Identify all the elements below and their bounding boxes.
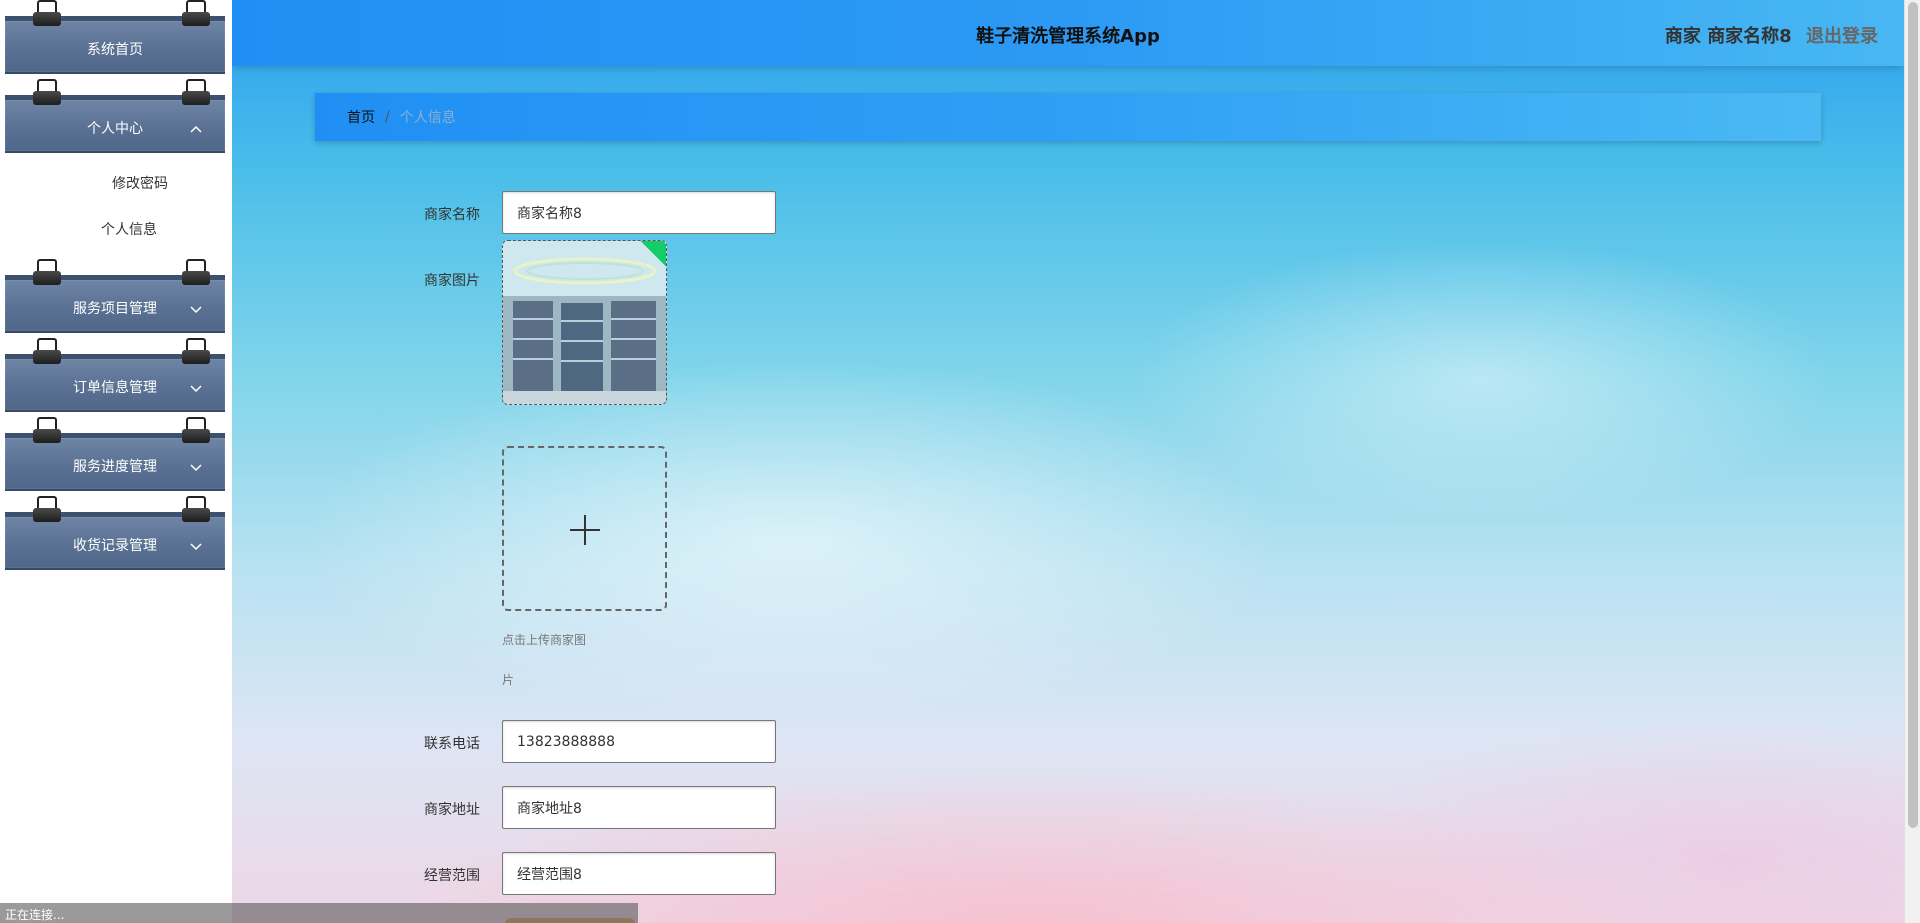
sidebar: 系统首页 个人中心 修改密码 个人信息 服务项目管理 订单信息管理 服务进度管理… (0, 0, 232, 923)
status-text: 正在连接... (5, 908, 65, 922)
store-shelves-image (503, 241, 666, 404)
sidebar-item-label: 服务进度管理 (73, 458, 157, 475)
chevron-down-icon (190, 543, 202, 551)
chevron-down-icon (190, 464, 202, 472)
clip-icon (33, 0, 61, 30)
user-info: 商家 商家名称8 退出登录 (1665, 22, 1878, 48)
submenu-item-personal-info[interactable]: 个人信息 (101, 219, 157, 239)
business-scope-input[interactable] (502, 852, 776, 895)
clip-icon (182, 496, 210, 526)
merchant-image-label: 商家图片 (424, 273, 480, 289)
app-title: 鞋子清洗管理系统App (976, 26, 1160, 47)
clip-icon (182, 338, 210, 368)
clip-icon (182, 259, 210, 289)
user-role: 商家 (1664, 26, 1701, 47)
breadcrumb-current: 个人信息 (399, 110, 456, 126)
breadcrumb-separator: / (385, 109, 390, 125)
breadcrumb: 首页 / 个人信息 (315, 93, 1821, 141)
phone-label: 联系电话 (424, 736, 480, 752)
merchant-name-input[interactable] (502, 191, 776, 234)
address-label: 商家地址 (424, 802, 480, 818)
submenu-item-change-password[interactable]: 修改密码 (112, 173, 168, 193)
upload-tip-line1: 点击上传商家图 (502, 633, 587, 647)
chevron-down-icon (190, 385, 202, 393)
clip-icon (182, 0, 210, 30)
address-input[interactable] (502, 786, 776, 829)
chevron-up-icon (190, 125, 202, 133)
sidebar-item-label: 订单信息管理 (73, 379, 157, 396)
top-navbar: 鞋子清洗管理系统App 商家 商家名称8 退出登录 (232, 0, 1904, 66)
merchant-image-preview[interactable] (502, 240, 667, 405)
browser-status-bar: 正在连接... (0, 903, 638, 923)
main-content: 鞋子清洗管理系统App 商家 商家名称8 退出登录 首页 / 个人信息 商家名称… (232, 0, 1904, 923)
chevron-down-icon (190, 306, 202, 314)
clip-icon (33, 496, 61, 526)
clip-icon (182, 417, 210, 447)
sidebar-item-label: 服务项目管理 (73, 300, 157, 317)
clip-icon (33, 259, 61, 289)
clip-icon (33, 79, 61, 109)
sidebar-item-label: 个人中心 (87, 120, 143, 137)
user-name: 商家名称8 (1707, 26, 1792, 47)
business-scope-label: 经营范围 (424, 868, 480, 884)
phone-input[interactable] (502, 720, 776, 763)
page-scrollbar[interactable] (1904, 0, 1920, 923)
logout-button[interactable]: 退出登录 (1806, 26, 1878, 47)
sidebar-item-label: 收货记录管理 (73, 537, 157, 554)
image-upload-button[interactable] (502, 446, 667, 611)
breadcrumb-home-link[interactable]: 首页 (347, 107, 375, 127)
clip-icon (182, 79, 210, 109)
clip-icon (33, 417, 61, 447)
merchant-name-label: 商家名称 (424, 207, 480, 223)
sidebar-item-label: 系统首页 (87, 41, 143, 58)
plus-icon-vertical (584, 515, 586, 545)
upload-tip-line2: 片 (502, 673, 515, 687)
clip-icon (33, 338, 61, 368)
scrollbar-thumb[interactable] (1908, 2, 1918, 828)
